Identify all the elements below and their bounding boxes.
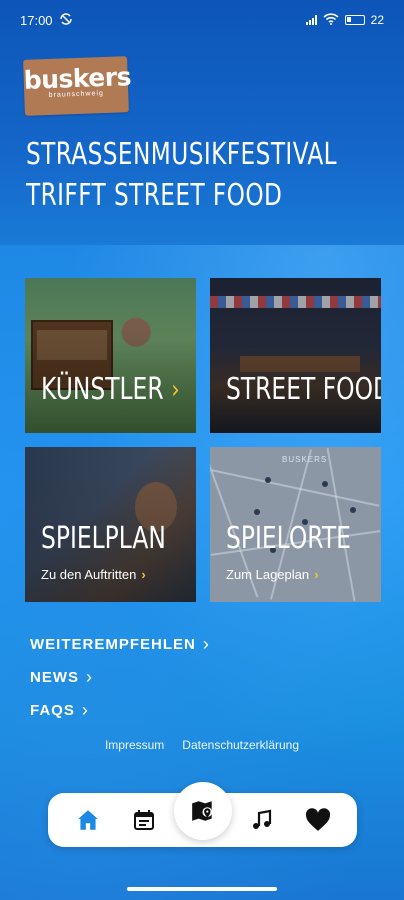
- chevron-right-icon: ›: [141, 567, 146, 582]
- status-bar: 17:00 22: [0, 0, 404, 40]
- sync-icon: [59, 12, 73, 29]
- chevron-right-icon: ›: [86, 667, 93, 687]
- link-list: WEITEREMPFEHLEN › NEWS › FAQS ›: [30, 628, 210, 727]
- tile-title: STREET FOOD: [226, 372, 381, 407]
- chevron-right-icon: ›: [171, 374, 180, 405]
- home-indicator[interactable]: [127, 887, 277, 891]
- link-weiterempfehlen[interactable]: WEITEREMPFEHLEN ›: [30, 628, 210, 661]
- map-label: BUSKERS: [282, 455, 328, 464]
- page-headline: STRASSENMUSIKFESTIVAL TRIFFT STREET FOOD: [26, 134, 338, 216]
- tile-street-food[interactable]: STREET FOOD ›: [210, 278, 381, 433]
- tile-subtitle: Zum Lageplan: [226, 567, 310, 582]
- tile-title: SPIELORTE: [226, 521, 351, 556]
- status-time: 17:00: [20, 12, 53, 28]
- battery-icon: [344, 15, 365, 25]
- tile-kuenstler[interactable]: KÜNSTLER ›: [25, 278, 196, 433]
- tile-subtitle: Zu den Auftritten: [41, 567, 137, 582]
- heart-icon[interactable]: [302, 804, 334, 836]
- tile-spielplan[interactable]: SPIELPLAN Zu den Auftritten ›: [25, 447, 196, 602]
- tile-spielorte[interactable]: BUSKERS SPIELORTE Zum Lageplan ›: [210, 447, 381, 602]
- home-icon[interactable]: [72, 804, 104, 836]
- legal-links: Impressum Datenschutzerklärung: [0, 738, 404, 752]
- link-faqs[interactable]: FAQS ›: [30, 694, 210, 727]
- chevron-right-icon: ›: [202, 634, 210, 654]
- headline-line-1: STRASSENMUSIKFESTIVAL: [26, 137, 338, 172]
- chevron-right-icon: ›: [81, 700, 89, 720]
- map-icon[interactable]: [174, 782, 232, 840]
- chevron-right-icon: ›: [314, 567, 319, 582]
- signal-icon: [305, 15, 317, 25]
- impressum-link[interactable]: Impressum: [105, 738, 164, 752]
- bottom-nav: [48, 782, 357, 847]
- battery-level: 22: [370, 13, 384, 27]
- music-icon[interactable]: [246, 804, 278, 836]
- link-news[interactable]: NEWS ›: [30, 661, 210, 694]
- link-label: FAQS: [30, 702, 75, 719]
- tile-title: SPIELPLAN: [41, 521, 166, 556]
- headline-line-2: TRIFFT STREET FOOD: [26, 178, 283, 213]
- privacy-link[interactable]: Datenschutzerklärung: [182, 738, 299, 752]
- wifi-icon: [323, 12, 339, 28]
- link-label: WEITEREMPFEHLEN: [30, 636, 196, 653]
- link-label: NEWS: [30, 669, 79, 686]
- calendar-icon[interactable]: [128, 804, 160, 836]
- buskers-logo: buskers braunschweig: [23, 56, 131, 116]
- tile-title: KÜNSTLER: [41, 372, 164, 407]
